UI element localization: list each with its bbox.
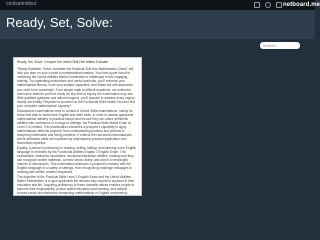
note-body: "Ready Establish, Solve: dominate the Pr… (17, 67, 138, 195)
note-paragraph: Equally, a person's proficiency in readi… (17, 145, 137, 175)
search-input[interactable] (260, 42, 300, 49)
share-icon[interactable] (276, 2, 282, 8)
info-icon[interactable] (265, 2, 271, 8)
note-paragraph: "Ready Establish, Solve: dominate the Pr… (17, 67, 135, 108)
note-paragraph: The objective of the Practical Skills Le… (17, 175, 135, 196)
brand-logo[interactable]: netboard.me (283, 1, 320, 9)
note-heading: Ready, Set, Solve: Conquer the Useful Sk… (17, 60, 109, 64)
toolbar-icons (254, 1, 282, 9)
top-bar: coolsaimidoct netboard.me (0, 0, 320, 10)
note-paragraph: Educational examinations need to consist… (17, 108, 134, 146)
username-link[interactable]: coolsaimidoct (6, 1, 36, 8)
note-card[interactable]: Ready, Set, Solve: Conquer the Useful Sk… (13, 57, 142, 196)
board-title: Ready, Set, Solve: (6, 15, 113, 30)
settings-icon[interactable] (254, 2, 260, 8)
